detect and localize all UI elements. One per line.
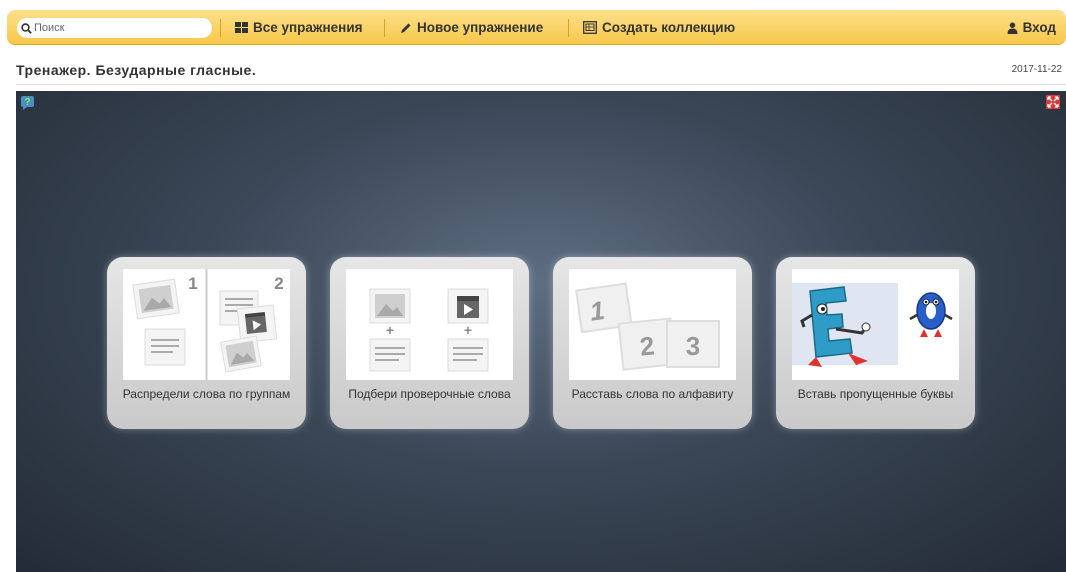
- toolbar: Все упражнения Новое упражнение Создать …: [7, 10, 1066, 45]
- card-label: Вставь пропущенные буквы: [797, 387, 954, 401]
- svg-text:+: +: [464, 322, 472, 338]
- alphabet-thumbnail: 1 2 3: [569, 269, 736, 380]
- card-label: Расставь слова по алфавиту: [571, 387, 734, 401]
- separator: [220, 19, 221, 37]
- exercise-card-missing-letters[interactable]: Вставь пропущенные буквы: [776, 257, 975, 429]
- exercise-card-groups[interactable]: 1 2 Распредели слова по группам: [107, 257, 306, 429]
- page-date: 2017-11-22: [1011, 64, 1062, 75]
- page-title: Тренажер. Безударные гласные.: [16, 62, 257, 78]
- search-input[interactable]: [32, 22, 204, 34]
- create-collection-label: Создать коллекцию: [602, 20, 736, 35]
- svg-text:+: +: [386, 322, 394, 338]
- group-number: 2: [274, 274, 283, 293]
- user-icon: [1007, 22, 1018, 34]
- login-label: Вход: [1022, 20, 1056, 35]
- groups-thumbnail: 1 2: [123, 269, 290, 380]
- fullscreen-icon[interactable]: [1046, 95, 1060, 109]
- new-exercise-button[interactable]: Новое упражнение: [400, 10, 543, 45]
- create-collection-button[interactable]: Создать коллекцию: [583, 10, 735, 45]
- missing-letters-thumbnail: [792, 269, 959, 380]
- top-bar: Все упражнения Новое упражнение Создать …: [0, 0, 1066, 58]
- search-icon: [21, 22, 32, 34]
- login-button[interactable]: Вход: [1007, 10, 1056, 45]
- pencil-icon: [401, 23, 411, 33]
- check-words-thumbnail: + +: [346, 269, 513, 380]
- exercise-stage: ? 1 2 Распредели слова по группам + + По…: [16, 91, 1066, 572]
- group-number: 1: [188, 274, 197, 293]
- search-box[interactable]: [17, 18, 212, 38]
- help-icon[interactable]: ?: [20, 94, 36, 110]
- grid-icon: [235, 22, 248, 33]
- exercise-card-alphabet[interactable]: 1 2 3 Расставь слова по алфавиту: [553, 257, 752, 429]
- all-exercises-button[interactable]: Все упражнения: [235, 10, 363, 45]
- exercise-card-check-words[interactable]: + + Подбери проверочные слова: [330, 257, 529, 429]
- svg-text:?: ?: [24, 97, 30, 108]
- new-exercise-label: Новое упражнение: [417, 20, 544, 35]
- divider: [16, 84, 1066, 85]
- collection-icon: [583, 21, 597, 34]
- all-exercises-label: Все упражнения: [253, 20, 363, 35]
- card-label: Распредели слова по группам: [122, 387, 291, 401]
- card-label: Подбери проверочные слова: [348, 387, 511, 401]
- separator: [384, 19, 385, 37]
- separator: [568, 19, 569, 37]
- alphabet-number: 3: [686, 331, 700, 361]
